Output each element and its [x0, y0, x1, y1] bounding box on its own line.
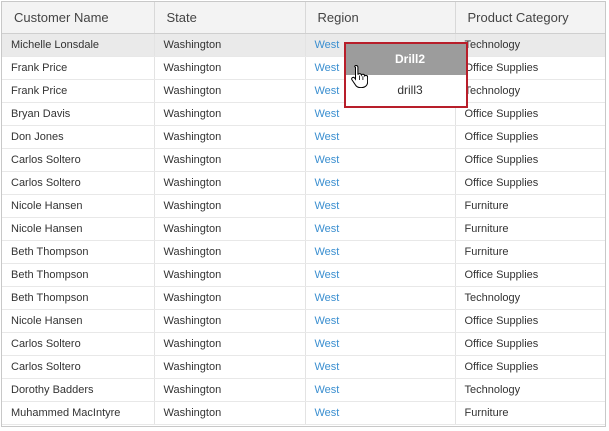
cell-customer-name: Bryan Davis [2, 102, 155, 126]
cell-product-category: Office Supplies [455, 355, 605, 379]
table-body: Michelle Lonsdale Washington West Technolog… [2, 33, 605, 425]
table-row[interactable]: Don Jones Washington West Office Supplies [2, 125, 605, 149]
table-row[interactable]: Frank Price Washington West Technology [2, 79, 605, 103]
cell-customer-name: Carlos Soltero [2, 355, 155, 379]
cell-state: Washington [154, 125, 306, 149]
cell-product-category: Office Supplies [455, 263, 605, 287]
table-row[interactable]: Carlos Soltero Washington West Office Suppl… [2, 171, 605, 195]
table-row[interactable]: Beth Thompson Washington West Technology [2, 286, 605, 310]
cell-customer-name: Nicole Hansen [2, 309, 155, 333]
cell-product-category: Office Supplies [455, 56, 605, 80]
header-row: Customer Name State Region Product Categ… [2, 2, 605, 34]
cell-customer-name: Beth Thompson [2, 240, 155, 264]
column-header-region[interactable]: Region [305, 2, 456, 34]
cell-product-category: Furniture [455, 240, 605, 264]
cell-customer-name: Don Jones [2, 125, 155, 149]
cell-customer-name: Frank Price [2, 79, 155, 103]
cell-product-category: Furniture [455, 217, 605, 241]
cell-product-category: Technology [455, 33, 605, 57]
cell-product-category: Office Supplies [455, 309, 605, 333]
cell-state: Washington [154, 286, 306, 310]
cell-region[interactable]: West [305, 309, 456, 333]
cell-region[interactable]: West [305, 148, 456, 172]
cell-state: Washington [154, 33, 306, 57]
cell-state: Washington [154, 79, 306, 103]
table-row[interactable]: Frank Price Washington West Office Supplies [2, 56, 605, 80]
cell-customer-name: Muhammed MacIntyre [2, 401, 155, 425]
cell-customer-name: Beth Thompson [2, 263, 155, 287]
cell-product-category: Office Supplies [455, 332, 605, 356]
cell-customer-name: Nicole Hansen [2, 217, 155, 241]
cell-region[interactable]: West [305, 286, 456, 310]
cell-customer-name: Dorothy Badders [2, 378, 155, 402]
cell-customer-name: Carlos Soltero [2, 171, 155, 195]
cell-product-category: Office Supplies [455, 125, 605, 149]
cell-product-category: Office Supplies [455, 171, 605, 195]
hand-pointer-icon [351, 64, 368, 88]
cell-state: Washington [154, 148, 306, 172]
cell-state: Washington [154, 332, 306, 356]
cell-state: Washington [154, 56, 306, 80]
cell-product-category: Furniture [455, 194, 605, 218]
cell-state: Washington [154, 102, 306, 126]
cell-product-category: Technology [455, 378, 605, 402]
table-row[interactable]: Beth Thompson Washington West Furniture [2, 240, 605, 264]
cell-region[interactable]: West [305, 171, 456, 195]
cell-state: Washington [154, 240, 306, 264]
cell-state: Washington [154, 171, 306, 195]
cell-state: Washington [154, 355, 306, 379]
cell-state: Washington [154, 378, 306, 402]
cell-region[interactable]: West [305, 194, 456, 218]
cell-customer-name: Carlos Soltero [2, 148, 155, 172]
table-row[interactable]: Carlos Soltero Washington West Office Suppl… [2, 332, 605, 356]
cell-region[interactable]: West [305, 378, 456, 402]
cell-customer-name: Carlos Soltero [2, 332, 155, 356]
cell-region[interactable]: West [305, 401, 456, 425]
cell-region[interactable]: West [305, 332, 456, 356]
cell-customer-name: Nicole Hansen [2, 194, 155, 218]
table-row[interactable]: Nicole Hansen Washington West Furniture [2, 194, 605, 218]
cell-customer-name: Beth Thompson [2, 286, 155, 310]
cell-state: Washington [154, 401, 306, 425]
column-header-customer-name[interactable]: Customer Name [2, 2, 155, 34]
table-row[interactable]: Michelle Lonsdale Washington West Technolog… [2, 33, 605, 57]
cell-customer-name: Frank Price [2, 56, 155, 80]
data-grid: Customer Name State Region Product Categ… [1, 1, 606, 427]
cell-product-category: Technology [455, 79, 605, 103]
cell-product-category: Office Supplies [455, 102, 605, 126]
table-row[interactable]: Muhammed MacIntyre Washington West Furnitur… [2, 401, 605, 425]
table-row[interactable]: Beth Thompson Washington West Office Suppli… [2, 263, 605, 287]
cell-state: Washington [154, 263, 306, 287]
table-row[interactable]: Dorothy Badders Washington West Technology [2, 378, 605, 402]
cell-region[interactable]: West [305, 240, 456, 264]
cell-state: Washington [154, 309, 306, 333]
cell-region[interactable]: West [305, 125, 456, 149]
cell-product-category: Furniture [455, 401, 605, 425]
table-row[interactable]: Bryan Davis Washington West Office Supplies [2, 102, 605, 126]
table-row[interactable]: Carlos Soltero Washington West Office Suppl… [2, 355, 605, 379]
cell-region[interactable]: West [305, 263, 456, 287]
table-row[interactable]: Nicole Hansen Washington West Furniture [2, 217, 605, 241]
data-table: Customer Name State Region Product Categ… [2, 2, 605, 425]
table-row[interactable]: Carlos Soltero Washington West Office Suppl… [2, 148, 605, 172]
cell-region[interactable]: West [305, 217, 456, 241]
column-header-state[interactable]: State [154, 2, 306, 34]
cell-product-category: Technology [455, 286, 605, 310]
cell-region[interactable]: West [305, 355, 456, 379]
cell-state: Washington [154, 194, 306, 218]
cell-customer-name: Michelle Lonsdale [2, 33, 155, 57]
cell-product-category: Office Supplies [455, 148, 605, 172]
column-header-product-category[interactable]: Product Category [455, 2, 605, 34]
cell-state: Washington [154, 217, 306, 241]
table-row[interactable]: Nicole Hansen Washington West Office Suppli… [2, 309, 605, 333]
